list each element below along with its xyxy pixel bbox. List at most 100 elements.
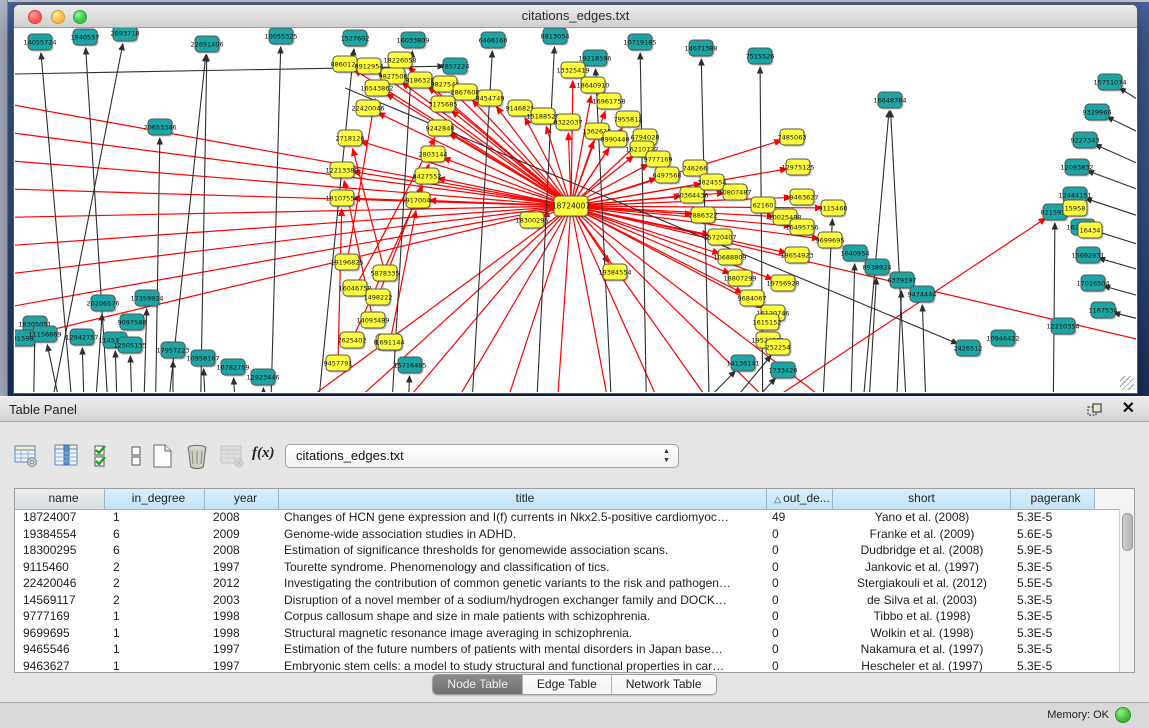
graph-edge[interactable]	[130, 356, 133, 392]
graph-node[interactable]: 17957223	[156, 342, 189, 360]
graph-edge[interactable]	[443, 158, 571, 206]
graph-edge[interactable]	[1114, 313, 1136, 328]
graph-node[interactable]: 16648784	[873, 92, 906, 110]
table-row[interactable]: 2242004622012Investigating the contribut…	[15, 575, 1120, 592]
graph-node[interactable]: 6497568	[653, 167, 682, 185]
graph-node[interactable]: 16543862	[360, 80, 393, 98]
minimize-window-icon[interactable]	[51, 10, 65, 24]
graph-node[interactable]: 15720407	[703, 229, 736, 247]
graph-node[interactable]: 8454749	[476, 90, 505, 108]
graph-edge[interactable]	[568, 133, 571, 206]
graph-node[interactable]: 14093489	[356, 312, 389, 330]
column-header-out_de[interactable]: △out_de...	[767, 489, 833, 509]
graph-node[interactable]: 9329966	[1083, 104, 1112, 122]
graph-edge[interactable]	[15, 98, 571, 206]
graph-node[interactable]: 9777169	[644, 151, 673, 169]
graph-node[interactable]: 19463627	[785, 189, 818, 207]
graph-edge[interactable]	[867, 278, 876, 392]
memory-status-icon[interactable]	[1115, 707, 1131, 723]
graph-node[interactable]: 15692931	[1071, 247, 1104, 265]
graph-node[interactable]: 1733426	[769, 362, 798, 380]
graph-node[interactable]: 8813054	[541, 28, 570, 46]
graph-node[interactable]: 6466160	[479, 32, 508, 50]
graph-node[interactable]: 9242848	[426, 120, 455, 138]
graph-node[interactable]: 16434	[1078, 222, 1104, 240]
column-header-year[interactable]: year	[205, 489, 279, 509]
graph-node[interactable]: 20653346	[143, 119, 176, 137]
graph-node[interactable]: 10719185	[623, 34, 656, 52]
graph-node[interactable]: 10807487	[718, 184, 751, 202]
graph-node[interactable]: 5878335	[371, 265, 400, 283]
graph-node[interactable]: 8427552	[413, 168, 442, 186]
graph-node[interactable]: 12093832	[1060, 159, 1093, 177]
graph-edge[interactable]	[165, 55, 206, 392]
graph-edge[interactable]	[82, 348, 85, 392]
graph-node[interactable]: 17359924	[130, 290, 163, 308]
graph-node[interactable]: 9699695	[816, 232, 845, 250]
graph-node[interactable]: 917004	[406, 192, 432, 210]
graph-node[interactable]: 18300295	[515, 212, 548, 230]
graph-edge[interactable]	[47, 345, 67, 392]
graph-node[interactable]: 12210354	[1046, 318, 1079, 336]
graph-node[interactable]: 9474444	[908, 286, 937, 304]
table-row[interactable]: 1830029562008Estimation of significance …	[15, 542, 1120, 559]
network-window-titlebar[interactable]: citations_edges.txt	[14, 5, 1137, 28]
table-row[interactable]: 1938455462009Genome-wide association stu…	[15, 526, 1120, 543]
graph-edge[interactable]	[15, 206, 571, 348]
network-window[interactable]: citations_edges.txt 18724007140557241940…	[13, 4, 1138, 394]
graph-node[interactable]: 10688809	[713, 249, 746, 267]
graph-node[interactable]: 14055724	[23, 34, 56, 52]
graph-edge[interactable]	[407, 376, 410, 392]
table-row[interactable]: 1872400712008Changes of HCN gene express…	[15, 509, 1120, 526]
graph-node[interactable]: 2803144	[419, 146, 448, 164]
graph-node[interactable]: 1167534	[1089, 302, 1118, 320]
graph-node[interactable]: 2718126	[336, 130, 365, 148]
graph-node[interactable]: 10946422	[986, 330, 1019, 348]
graph-node[interactable]: 8322037	[554, 114, 583, 132]
graph-node[interactable]: 8938924	[863, 259, 892, 277]
graph-node[interactable]: 15751074	[1093, 74, 1126, 92]
graph-edge[interactable]	[15, 206, 571, 248]
graph-node[interactable]: 14136141	[726, 355, 759, 373]
graph-node[interactable]: 7515526	[746, 48, 775, 66]
graph-node[interactable]: 9457791	[324, 355, 353, 373]
graph-node[interactable]: 3175685	[429, 96, 458, 114]
graph-node[interactable]: 12505135	[113, 337, 146, 355]
graph-edge[interactable]	[270, 47, 281, 392]
resize-grip[interactable]	[1120, 376, 1134, 390]
network-canvas[interactable]: 1872400714055724194055720937182269140610…	[15, 28, 1136, 392]
graph-edge[interactable]	[234, 378, 237, 392]
graph-node[interactable]: 18640910	[576, 77, 609, 95]
graph-node[interactable]: 20206576	[86, 295, 119, 313]
graph-edge[interactable]	[200, 55, 207, 392]
graph-edge[interactable]	[263, 388, 265, 392]
graph-node[interactable]: 14671388	[684, 40, 717, 58]
graph-edge[interactable]	[1087, 171, 1136, 203]
column-header-name[interactable]: name	[15, 489, 105, 509]
graph-edge[interactable]	[1095, 144, 1136, 180]
graph-node[interactable]: 15716485	[393, 357, 426, 375]
scrollbar-thumb[interactable]	[1122, 513, 1133, 551]
table-row[interactable]: 946554611997Estimation of the future num…	[15, 641, 1120, 658]
graph-node[interactable]: 15958	[1063, 200, 1089, 218]
graph-edge[interactable]	[115, 351, 118, 392]
graph-node[interactable]: 2426512	[954, 340, 983, 358]
graph-node[interactable]: 17016504	[1076, 275, 1109, 293]
graph-node[interactable]: 16782759	[216, 359, 249, 377]
graph-node[interactable]: 1615152	[753, 314, 782, 332]
graph-node[interactable]: 9115460	[819, 200, 848, 218]
graph-node[interactable]: 18107554	[325, 190, 358, 208]
graph-edge[interactable]	[596, 69, 613, 392]
graph-node[interactable]: 10958167	[186, 350, 219, 368]
graph-node[interactable]: 12213389	[325, 162, 358, 180]
close-panel-icon[interactable]: ✕	[1122, 400, 1135, 418]
graph-edge[interactable]	[720, 378, 776, 392]
graph-node[interactable]: 7485063	[778, 129, 807, 147]
tab-network-table[interactable]: Network Table	[612, 675, 716, 694]
graph-node[interactable]: 22691406	[190, 36, 223, 54]
graph-node[interactable]: 1691144	[376, 334, 405, 352]
graph-edge[interactable]	[1053, 223, 1055, 392]
graph-node[interactable]: 10055325	[264, 28, 297, 46]
graph-node[interactable]: 18807299	[723, 270, 756, 288]
graph-edge[interactable]	[1107, 117, 1136, 150]
